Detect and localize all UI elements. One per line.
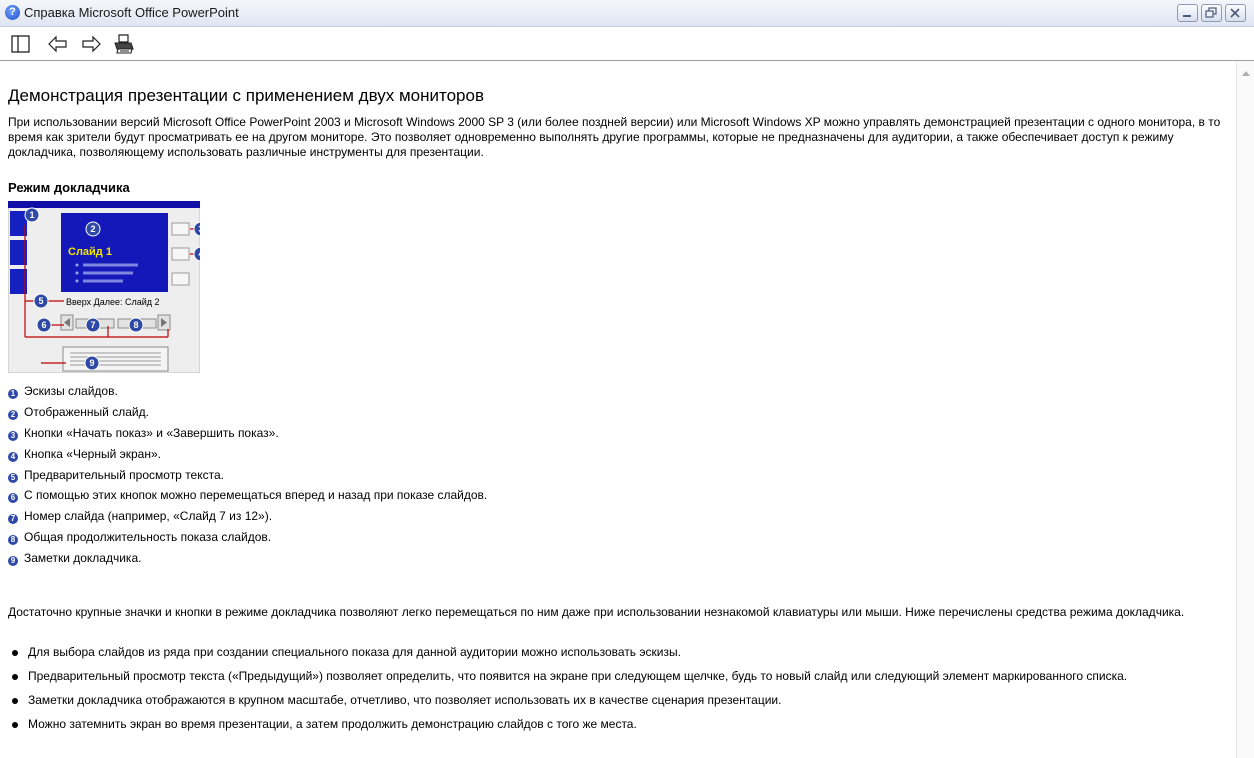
legend-number: 9 <box>8 556 18 567</box>
presenter-view-diagram: Слайд 1 Вверх Далее: Слайд 2 1 2 5 6 7 8… <box>8 201 200 373</box>
diagram-legend: 1 Эскизы слайдов. 2 Отображенный слайд. 3К… <box>8 382 487 570</box>
callout-3: 3 <box>198 224 200 234</box>
restore-button[interactable] <box>1201 4 1222 22</box>
legend-item: 3 Кнопки «Начать показ» и «Завершить пока… <box>8 424 487 445</box>
legend-number: 2 <box>8 409 18 420</box>
list-item: Предварительный просмотр текста («Предыд… <box>8 669 1218 684</box>
callout-1: 1 <box>29 210 34 220</box>
legend-item: 6 С помощью этих кнопок можно перемещатьс… <box>8 486 487 507</box>
list-item: Можно затемнить экран во время презентац… <box>8 717 1218 732</box>
legend-text: Отображенный слайд. <box>24 404 149 419</box>
forward-button[interactable] <box>80 33 102 55</box>
legend-number: 5 <box>8 472 18 483</box>
print-button[interactable] <box>112 33 134 55</box>
toolbar <box>0 27 1254 61</box>
callout-4: 4 <box>198 249 200 259</box>
legend-text: Эскизы слайдов. <box>24 384 118 398</box>
minimize-icon <box>1183 15 1191 17</box>
features-paragraph: Достаточно крупные значки и кнопки в реж… <box>8 605 1185 619</box>
section-title: Режим докладчика <box>8 180 130 195</box>
slide-title: Слайд 1 <box>68 246 112 258</box>
next-slide-text: Вверх Далее: Слайд 2 <box>66 297 160 307</box>
legend-text: Номер слайда (например, «Слайд 7 из 12»)… <box>24 509 273 524</box>
callout-7: 7 <box>90 320 95 330</box>
help-content: Демонстрация презентации с применением д… <box>0 61 1236 758</box>
help-icon: ? <box>5 5 20 20</box>
legend-item: 1 Эскизы слайдов. <box>8 382 487 403</box>
minimize-button[interactable] <box>1177 4 1198 22</box>
legend-item: 8 Общая продолжительность показа слайдов. <box>8 528 487 549</box>
print-icon <box>114 34 134 54</box>
legend-text: С помощью этих кнопок можно перемещаться… <box>24 488 488 503</box>
page-title: Демонстрация презентации с применением д… <box>8 86 484 105</box>
close-icon <box>1230 8 1240 18</box>
legend-item: 5 Предварительный просмотр текста. <box>8 466 487 487</box>
legend-number: 4 <box>8 451 18 462</box>
legend-number: 3 <box>8 430 18 441</box>
legend-text: Заметки докладчика. <box>24 551 142 566</box>
legend-text: Общая продолжительность показа слайдов. <box>24 530 272 545</box>
legend-item: 9 Заметки докладчика. <box>8 549 487 570</box>
hide-panel-icon <box>11 35 30 53</box>
legend-item: 7 Номер слайда (например, «Слайд 7 из 12»… <box>8 507 487 528</box>
legend-text: Кнопка «Черный экран». <box>24 446 161 461</box>
legend-number: 8 <box>8 535 18 546</box>
hide-panel-button[interactable] <box>10 33 32 55</box>
legend-number: 7 <box>8 514 18 525</box>
back-button[interactable] <box>47 33 69 55</box>
restore-icon <box>1205 7 1217 18</box>
callout-8: 8 <box>133 320 138 330</box>
callout-6: 6 <box>41 320 46 330</box>
callout-9: 9 <box>89 358 94 368</box>
window-title: Справка Microsoft Office PowerPoint <box>24 5 239 20</box>
back-arrow-icon <box>48 35 67 53</box>
legend-text: Предварительный просмотр текста. <box>24 467 224 482</box>
legend-number: 6 <box>8 493 18 504</box>
callout-5: 5 <box>38 296 43 306</box>
forward-arrow-icon <box>82 35 101 53</box>
legend-item: 4 Кнопка «Черный экран». <box>8 445 487 466</box>
legend-number: 1 <box>8 389 18 399</box>
list-item: Для выбора слайдов из ряда при создании … <box>8 645 1218 660</box>
legend-text: Кнопки «Начать показ» и «Завершить показ… <box>24 425 279 440</box>
list-item: Заметки докладчика отображаются в крупно… <box>8 693 1218 708</box>
title-bar: ? Справка Microsoft Office PowerPoint <box>0 0 1254 27</box>
scroll-up-icon[interactable] <box>1242 71 1250 76</box>
close-button[interactable] <box>1225 4 1246 22</box>
features-list: Для выбора слайдов из ряда при создании … <box>8 645 1218 741</box>
callout-2: 2 <box>90 224 95 234</box>
intro-paragraph: При использовании версий Microsoft Offic… <box>8 115 1221 159</box>
legend-item: 2 Отображенный слайд. <box>8 403 487 424</box>
vertical-scrollbar[interactable] <box>1236 61 1254 758</box>
